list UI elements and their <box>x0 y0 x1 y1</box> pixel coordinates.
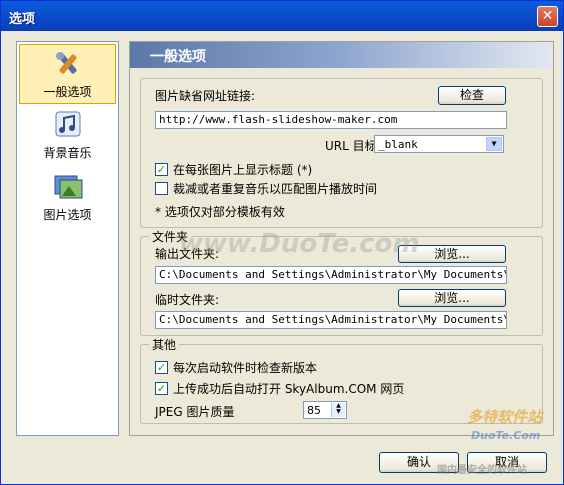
sidebar-item-picture[interactable]: 图片选项 <box>19 168 116 228</box>
folders-group: 文件夹 输出文件夹: 浏览... C:\Documents and Settin… <box>140 228 543 336</box>
sidebar: 一般选项 背景音乐 图片选项 <box>16 41 119 436</box>
output-folder-label: 输出文件夹: <box>155 247 220 261</box>
target-value: _blank <box>378 138 418 151</box>
sidebar-item-label: 一般选项 <box>43 85 92 99</box>
panel-title: 一般选项 <box>150 49 206 65</box>
check-update-label: 每次启动软件时检查新版本 <box>173 361 318 375</box>
output-browse-button[interactable]: 浏览... <box>398 245 506 263</box>
sidebar-item-label: 图片选项 <box>43 208 92 222</box>
folders-group-title: 文件夹 <box>149 228 192 245</box>
target-label: URL 目标: <box>325 139 381 153</box>
picture-icon <box>54 175 82 199</box>
options-dialog: 选项 ✕ 一般选项 背景音乐 图片选项 一般选项 图片缺省网址链接: 检查 ht… <box>0 0 564 485</box>
other-group-title: 其他 <box>149 336 180 353</box>
check-update-checkbox[interactable]: ✓ <box>155 361 168 374</box>
url-input[interactable]: http://www.flash-slideshow-maker.com <box>155 111 507 129</box>
trim-music-label: 裁减或者重复音乐以匹配图片播放时间 <box>173 182 378 196</box>
jpeg-quality-stepper[interactable]: 85 ▲ ▼ <box>303 401 347 419</box>
temp-browse-button[interactable]: 浏览... <box>398 289 506 307</box>
panel-header: 一般选项 <box>130 42 553 68</box>
sidebar-item-label: 背景音乐 <box>43 146 92 160</box>
tools-icon <box>55 52 77 74</box>
ok-button[interactable]: 确认 <box>379 452 459 473</box>
show-title-checkbox[interactable]: ✓ <box>155 163 168 176</box>
title-bar: 选项 ✕ <box>1 1 563 31</box>
temp-folder-label: 临时文件夹: <box>155 293 220 307</box>
target-select[interactable]: _blank ▼ <box>374 135 504 153</box>
url-label: 图片缺省网址链接: <box>155 89 256 103</box>
open-page-label: 上传成功后自动打开 SkyAlbum.COM 网页 <box>173 382 405 396</box>
music-note-icon <box>55 111 80 137</box>
options-panel: 一般选项 图片缺省网址链接: 检查 http://www.flash-slide… <box>129 41 554 436</box>
close-button[interactable]: ✕ <box>537 6 558 27</box>
jpeg-quality-label: JPEG 图片质量 <box>155 405 235 419</box>
general-group: 图片缺省网址链接: 检查 http://www.flash-slideshow-… <box>140 78 543 228</box>
spin-down-icon[interactable]: ▼ <box>332 409 345 415</box>
temp-folder-input[interactable]: C:\Documents and Settings\Administrator\… <box>155 311 507 329</box>
open-page-checkbox[interactable]: ✓ <box>155 382 168 395</box>
window-title: 选项 <box>9 12 36 27</box>
jpeg-quality-value: 85 <box>307 404 321 417</box>
sidebar-item-general[interactable]: 一般选项 <box>19 44 116 104</box>
chevron-down-icon[interactable]: ▼ <box>486 137 502 151</box>
sidebar-item-music[interactable]: 背景音乐 <box>19 106 116 166</box>
show-title-label: 在每张图片上显示标题 (*) <box>173 163 313 177</box>
other-group: 其他 ✓ 每次启动软件时检查新版本 ✓ 上传成功后自动打开 SkyAlbum.C… <box>140 336 543 424</box>
check-button[interactable]: 检查 <box>438 86 506 105</box>
note-text: * 选项仅对部分模板有效 <box>155 205 285 219</box>
cancel-button[interactable]: 取消 <box>467 452 547 473</box>
output-folder-input[interactable]: C:\Documents and Settings\Administrator\… <box>155 266 507 284</box>
trim-music-checkbox[interactable] <box>155 182 168 195</box>
